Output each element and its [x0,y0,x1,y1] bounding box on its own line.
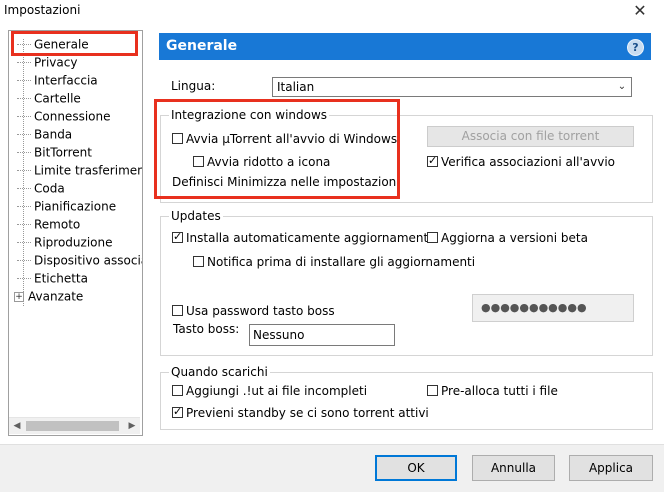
boss-key-input[interactable]: Nessuno [249,324,395,346]
scrollbar-thumb[interactable] [26,421,119,431]
tree-item-coda[interactable]: Coda [9,179,65,197]
tree-item-avanzate[interactable]: + Avanzate [9,287,83,305]
prevent-standby-option[interactable]: Previeni standby se ci sono torrent atti… [172,405,429,420]
prevent-standby-checkbox[interactable] [172,405,183,418]
tree-item-dispositivo-associato[interactable]: Dispositivo associato [9,251,142,269]
title-bar: Impostazioni ✕ [0,0,664,24]
tree-item-interfaccia[interactable]: Interfaccia [9,71,98,89]
beta-updates-checkbox[interactable] [427,232,438,243]
boss-password-field[interactable]: ●●●●●●●●●●● [472,294,634,322]
page-title: Generale [166,38,238,54]
downloading-title: Quando scarichi [169,365,270,379]
boss-password-option[interactable]: Usa password tasto boss [172,303,335,318]
scroll-right-arrow-icon[interactable]: ▶ [124,418,140,434]
auto-install-checkbox[interactable] [172,230,183,243]
boss-key-label: Tasto boss: [173,322,240,336]
preallocate-checkbox[interactable] [427,385,438,396]
append-ut-option[interactable]: Aggiungi .!ut ai file incompleti [172,383,367,398]
boss-key-value: Nessuno [253,328,305,342]
auto-install-option[interactable]: Installa automaticamente aggiornamenti [172,230,432,245]
tree-item-cartelle[interactable]: Cartelle [9,89,81,107]
help-icon[interactable]: ? [627,39,644,56]
language-label: Lingua: [171,79,216,93]
apply-button[interactable]: Applica [569,455,653,481]
updates-title: Updates [169,209,223,223]
dialog-footer: OK Annulla Applica [0,444,664,492]
append-ut-checkbox[interactable] [172,385,183,396]
associate-torrent-button[interactable]: Associa con file torrent [427,126,634,147]
highlight-box-generale [11,31,138,56]
chevron-down-icon: ⌄ [617,81,627,92]
language-select[interactable]: Italian ⌄ [272,77,632,97]
check-associations-checkbox[interactable] [427,154,438,167]
language-value: Italian [277,80,315,94]
beta-updates-option[interactable]: Aggiorna a versioni beta [427,230,588,245]
tree-item-limite-trasferimento[interactable]: Limite trasferimento [9,161,142,179]
notify-before-install-option[interactable]: Notifica prima di installare gli aggiorn… [193,254,475,269]
tree-item-etichetta[interactable]: Etichetta [9,269,88,287]
cancel-button[interactable]: Annulla [472,455,555,481]
highlight-box-windows-integration [154,99,400,199]
check-associations-option[interactable]: Verifica associazioni all'avvio [427,154,615,169]
scroll-left-arrow-icon[interactable]: ◀ [9,418,25,434]
window-title: Impostazioni [4,3,81,17]
tree-item-remoto[interactable]: Remoto [9,215,80,233]
downloading-group [160,372,653,430]
expand-plus-icon[interactable]: + [14,291,24,302]
preallocate-option[interactable]: Pre-alloca tutti i file [427,383,558,398]
tree-item-bittorrent[interactable]: BitTorrent [9,143,92,161]
settings-tree[interactable]: Generale Privacy Interfaccia Cartelle Co… [8,30,143,436]
notify-before-install-checkbox[interactable] [193,256,204,267]
tree-item-pianificazione[interactable]: Pianificazione [9,197,116,215]
boss-password-checkbox[interactable] [172,305,183,316]
tree-item-connessione[interactable]: Connessione [9,107,110,125]
password-value: ●●●●●●●●●●● [481,301,587,314]
tree-item-banda[interactable]: Banda [9,125,72,143]
tree-horizontal-scrollbar[interactable]: ◀ ▶ [9,417,140,434]
close-icon[interactable]: ✕ [628,1,652,21]
page-header: Generale ? [159,33,651,60]
tree-item-riproduzione[interactable]: Riproduzione [9,233,113,251]
ok-button[interactable]: OK [375,455,457,481]
